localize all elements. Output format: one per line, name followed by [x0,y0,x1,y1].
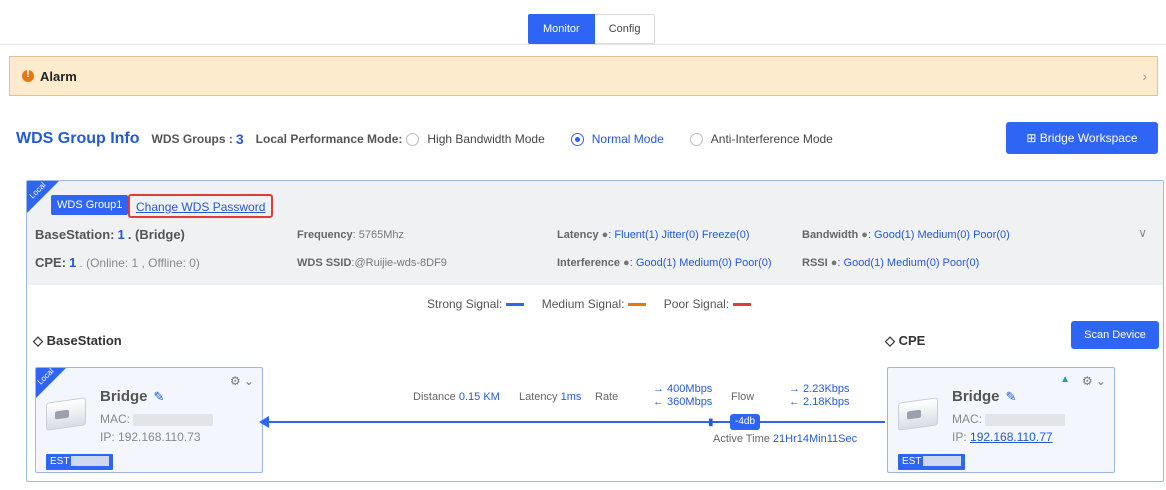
wds-title: WDS Group Info [16,130,140,147]
signal-db-badge: -4db [730,414,761,430]
radio-high-bandwidth[interactable] [406,132,420,146]
ssid-info: WDS SSID:@Ruijie-wds-8DF9 [297,257,447,269]
link-latency: Latency 1ms [519,391,582,403]
interference-info: Interference ●: Good(1) Medium(0) Poor(0… [557,257,772,269]
cpe-section-title: ◇ CPE [885,333,926,348]
chevron-down-icon[interactable]: ∨ [1138,226,1147,240]
view-tabs: Monitor Config [528,14,656,44]
bridge-workspace-button[interactable]: ⊞ Bridge Workspace [1006,122,1158,154]
rate-values: → 400Mbps ← 360Mbps [653,383,713,408]
wds-groups-count: 3 [235,131,244,147]
mode-high-bandwidth[interactable]: High Bandwidth Mode [427,132,544,146]
poor-signal-swatch [733,303,752,307]
device-image [46,397,86,431]
tab-monitor[interactable]: Monitor [528,14,595,44]
device-mac: MAC: [952,412,1066,426]
flow-values: → 2.23Kbps ← 2.18Kbps [789,383,850,408]
basestation-device-card[interactable]: Local Bridge ✎ MAC: IP: 192.168.110.73 ES… [35,367,263,473]
frequency-info: Frequency: 5765Mhz [297,229,405,241]
tab-config[interactable]: Config [594,14,656,44]
masked-mac [133,413,214,426]
cpe-ip-link[interactable]: 192.168.110.77 [970,430,1053,444]
device-ip: IP: 192.168.110.73 [100,430,201,444]
cpe-device-card[interactable]: Bridge ✎ MAC: IP: 192.168.110.77 EST ▲ ⚙ … [887,367,1115,473]
warning-icon [22,69,34,82]
info-icon: ● [623,257,630,269]
alarm-title: Alarm [40,68,77,84]
edit-icon[interactable]: ✎ [154,389,165,405]
masked-mac [985,413,1066,426]
device-mac: MAC: [100,412,214,426]
device-name: Bridge ✎ [100,388,165,405]
strong-signal-swatch [506,303,525,307]
scan-device-button[interactable]: Scan Device [1071,321,1159,349]
gear-icon[interactable]: ⚙ ⌄ [1082,374,1106,388]
gear-icon[interactable]: ⚙ ⌄ [230,374,254,388]
bandwidth-info: Bandwidth ●: Good(1) Medium(0) Poor(0) [802,229,1010,241]
wds-groups-label: WDS Groups : [151,132,233,146]
radio-normal-mode[interactable] [570,132,584,146]
active-time: Active Time 21Hr14Min11Sec [713,433,858,445]
signal-legend: Strong Signal: Medium Signal: Poor Signa… [427,297,765,311]
cpe-summary: CPE: 1 . (Online: 1 , Offline: 0) [35,255,200,270]
chevron-right-icon[interactable]: › [1142,68,1147,84]
link-arrow-icon [259,416,269,428]
rate-label: Rate [595,391,619,403]
alarm-panel[interactable]: Alarm › [9,56,1158,96]
device-image [898,397,938,431]
basestation-section-title: ◇ BaseStation [33,333,122,348]
change-wds-password-link[interactable]: Change WDS Password [128,194,274,218]
est-badge: EST [898,454,966,470]
device-name: Bridge ✎ [952,388,1017,405]
wds-group-card: Local WDS Group1 Change WDS Password Bas… [26,180,1164,482]
basestation-summary: BaseStation: 1 . (Bridge) [35,227,185,242]
signal-bars-icon: ▮– [708,417,720,428]
perf-mode-label: Local Performance Mode: [255,132,403,146]
info-icon: ● [861,229,868,241]
link-distance: Distance 0.15 KM [413,391,500,403]
rssi-info: RSSI ●: Good(1) Medium(0) Poor(0) [802,257,980,269]
wds-group-tag[interactable]: WDS Group1 [51,195,129,215]
wds-link-line [267,421,885,423]
edit-icon[interactable]: ✎ [1006,389,1017,405]
latency-info: Latency ●: Fluent(1) Jitter(0) Freeze(0) [557,229,750,241]
wds-header: WDS Group Info WDS Groups : 3 Local Perf… [16,125,833,153]
est-badge: EST [46,454,114,470]
medium-signal-swatch [628,303,647,307]
radio-anti-interference[interactable] [689,132,703,146]
device-ip: IP: 192.168.110.77 [952,430,1053,444]
top-divider [0,44,1166,45]
mode-normal[interactable]: Normal Mode [592,132,664,146]
antenna-icon: ▲ [1060,374,1070,385]
mode-anti-interference[interactable]: Anti-Interference Mode [711,132,833,146]
flow-label: Flow [731,391,755,403]
